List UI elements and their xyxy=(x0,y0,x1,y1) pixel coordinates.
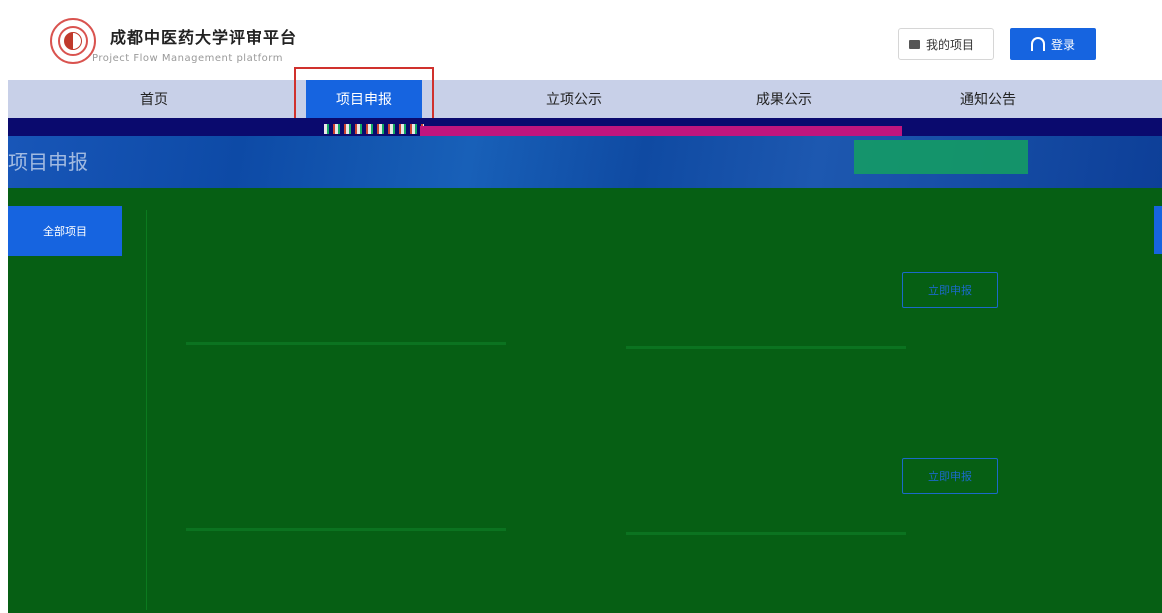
main-nav: 首页 项目申报 立项公示 成果公示 通知公告 xyxy=(8,80,1162,118)
login-button[interactable]: 登录 xyxy=(1010,28,1096,60)
nav-approval-notice[interactable]: 立项公示 xyxy=(494,80,654,118)
project-line xyxy=(186,342,506,345)
project-card: 立即申报 xyxy=(176,240,1016,400)
user-icon xyxy=(1030,37,1045,51)
side-float-tab[interactable] xyxy=(1154,206,1162,254)
login-label: 登录 xyxy=(1050,37,1075,52)
banner-decor-box xyxy=(854,140,1028,174)
site-subtitle: Project Flow Management platform xyxy=(92,53,283,64)
logo-taiji-icon xyxy=(64,32,82,50)
page-banner: 项目申报 xyxy=(8,136,1162,188)
nav-home[interactable]: 首页 xyxy=(74,80,234,118)
sidebar-divider xyxy=(146,210,147,610)
folder-icon xyxy=(909,39,920,49)
university-logo xyxy=(50,18,96,64)
app-frame: 成都中医药大学评审平台 Project Flow Management plat… xyxy=(8,10,1162,613)
stripe-accent xyxy=(420,126,902,136)
my-projects-button[interactable]: 我的项目 xyxy=(898,28,994,60)
nav-results-notice[interactable]: 成果公示 xyxy=(704,80,864,118)
banner-title: 项目申报 xyxy=(8,150,88,174)
project-line xyxy=(186,528,506,531)
content-area: 全部项目 立即申报 立即申报 xyxy=(8,188,1162,613)
site-title: 成都中医药大学评审平台 xyxy=(110,28,298,47)
apply-button[interactable]: 立即申报 xyxy=(902,272,998,308)
my-projects-label: 我的项目 xyxy=(926,37,975,52)
decorative-stripe xyxy=(8,118,1162,136)
header: 成都中医药大学评审平台 Project Flow Management plat… xyxy=(8,10,1162,80)
stripe-pattern xyxy=(324,124,424,134)
apply-button[interactable]: 立即申报 xyxy=(902,458,998,494)
nav-announcements[interactable]: 通知公告 xyxy=(908,80,1068,118)
project-line xyxy=(626,532,906,535)
sidebar-item-all-projects[interactable]: 全部项目 xyxy=(8,206,122,256)
project-line xyxy=(626,346,906,349)
project-card: 立即申报 xyxy=(176,426,1016,586)
